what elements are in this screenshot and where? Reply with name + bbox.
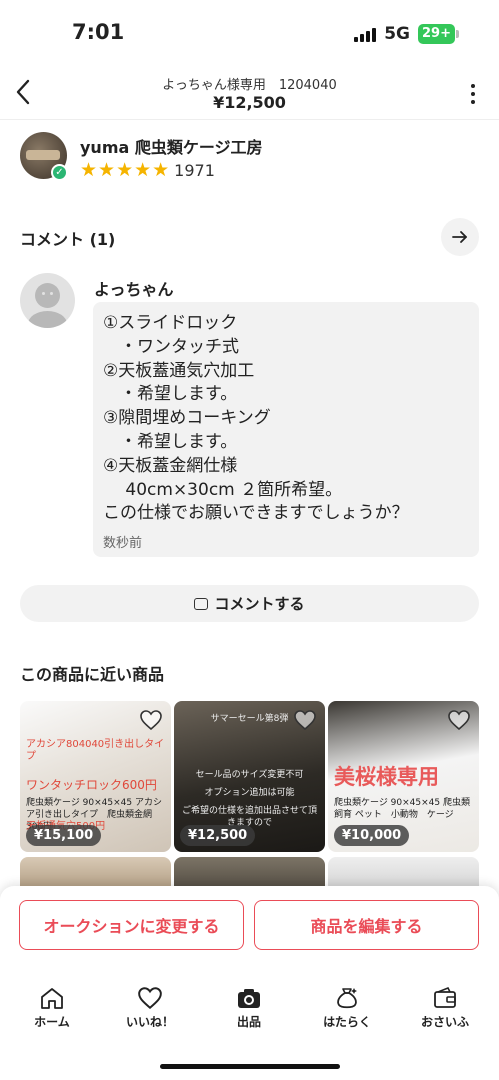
- card-title-text: 爬虫類ケージ 90×45×45 爬虫類 飼育 ペット 小動物 ケージ: [334, 798, 479, 820]
- status-indicators: 5G 29+: [354, 24, 459, 44]
- comment-line: ・希望します。: [103, 384, 238, 405]
- heart-icon: [138, 987, 162, 1010]
- card-overlay-text: 美桜様専用: [334, 765, 439, 789]
- item-price: ¥10,000: [334, 825, 410, 846]
- similar-item-card[interactable]: サマーセール第8弾 セール品のサイズ変更不可 オプション追加は可能 ご希望の仕様…: [174, 701, 325, 852]
- status-bar: 7:01 5G 29+: [0, 0, 499, 62]
- seller-rating: ★★★★★ 1971: [80, 159, 215, 181]
- signal-icon: [354, 27, 377, 42]
- wallet-icon: [434, 986, 456, 1008]
- rating-count: 1971: [174, 160, 215, 180]
- similar-item-card[interactable]: 美桜様専用 爬虫類ケージ 90×45×45 爬虫類 飼育 ペット 小動物 ケージ…: [328, 701, 479, 852]
- similar-item-card[interactable]: アカシア804040引き出しタイプ ワンタッチロック600円 爬虫類ケージ 90…: [20, 701, 171, 852]
- commenter-name[interactable]: よっちゃん: [94, 276, 174, 300]
- home-icon: [41, 988, 63, 1009]
- tab-wallet[interactable]: おさいふ: [405, 986, 485, 1030]
- add-comment-button[interactable]: コメントする: [20, 585, 479, 622]
- comment-line: ①スライドロック: [103, 313, 238, 333]
- add-comment-label: コメントする: [214, 595, 305, 613]
- comment-line: この仕様でお願いできますでしょうか？: [103, 503, 409, 524]
- tab-work[interactable]: はたらく: [307, 986, 387, 1030]
- more-options-button[interactable]: [469, 84, 477, 104]
- tab-bar: ホーム いいね！ 出品 はたらく おさいふ: [0, 986, 499, 1036]
- seller-info[interactable]: ✓ yuma 爬虫類ケージ工房 ★★★★★ 1971: [20, 132, 480, 184]
- tab-label: ホーム: [34, 1015, 70, 1029]
- network-type: 5G: [384, 24, 411, 44]
- comment-line: ・ワンタッチ式: [103, 336, 239, 357]
- heart-icon[interactable]: [447, 709, 471, 731]
- card-overlay-text: アカシア804040引き出しタイプ: [26, 739, 165, 762]
- tab-label: 出品: [236, 1015, 261, 1029]
- tab-label: おさいふ: [420, 1015, 469, 1029]
- status-time: 7:01: [72, 20, 125, 44]
- home-indicator: [160, 1064, 340, 1069]
- camera-icon: [238, 989, 260, 1008]
- item-price: ¥15,100: [26, 825, 102, 846]
- tab-sell[interactable]: 出品: [209, 986, 289, 1030]
- speech-bubble-icon: [194, 597, 209, 610]
- comment-line: ④天板蓋金網仕様: [103, 455, 238, 476]
- commenter-avatar[interactable]: [20, 273, 75, 328]
- header: よっちゃん様専用 1204040 ¥12,500: [0, 62, 499, 120]
- comments-more-button[interactable]: [441, 218, 479, 256]
- card-overlay-text: オプション追加は可能: [204, 788, 295, 798]
- tab-likes[interactable]: いいね！: [110, 986, 190, 1030]
- tab-label: はたらく: [323, 1015, 371, 1029]
- heart-icon[interactable]: [139, 709, 163, 731]
- comment-line: ②天板蓋通気穴加工: [103, 360, 255, 381]
- tab-home[interactable]: ホーム: [12, 986, 92, 1030]
- seller-name[interactable]: yuma 爬虫類ケージ工房: [80, 134, 263, 158]
- edit-item-button[interactable]: 商品を編集する: [254, 900, 479, 950]
- bottom-action-panel: オークションに変更する 商品を編集する ホーム いいね！ 出品 はたらく おさい…: [0, 886, 499, 1080]
- heart-icon[interactable]: [293, 709, 317, 731]
- card-overlay-text: ワンタッチロック600円: [26, 778, 157, 792]
- comment-line: 40cm×30cm ２箇所希望。: [103, 479, 343, 500]
- star-rating-icon: ★★★★★: [80, 159, 171, 181]
- similar-items-heading: この商品に近い商品: [20, 665, 165, 684]
- comments-heading: コメント (1): [20, 230, 116, 249]
- tab-label: いいね！: [125, 1015, 174, 1029]
- arrow-right-icon: [452, 231, 467, 243]
- page-price: ¥12,500: [213, 93, 286, 112]
- comment-timestamp: 数秒前: [103, 536, 143, 552]
- item-price: ¥12,500: [180, 825, 256, 846]
- battery-icon: 29+: [418, 24, 459, 44]
- more-dots-icon: [471, 84, 475, 88]
- battery-level: 29+: [418, 24, 455, 44]
- comment-line: ③隙間埋めコーキング: [103, 408, 271, 429]
- page-title: よっちゃん様専用 1204040: [162, 78, 337, 93]
- verified-check-icon: ✓: [51, 164, 68, 181]
- money-bag-icon: [337, 988, 357, 1009]
- change-to-auction-button[interactable]: オークションに変更する: [19, 900, 244, 950]
- comment-line: ・希望します。: [103, 431, 238, 452]
- comment-bubble: ①スライドロック ・ワンタッチ式 ②天板蓋通気穴加工 ・希望します。 ③隙間埋め…: [93, 302, 479, 557]
- card-overlay-text: セール品のサイズ変更不可: [195, 770, 304, 780]
